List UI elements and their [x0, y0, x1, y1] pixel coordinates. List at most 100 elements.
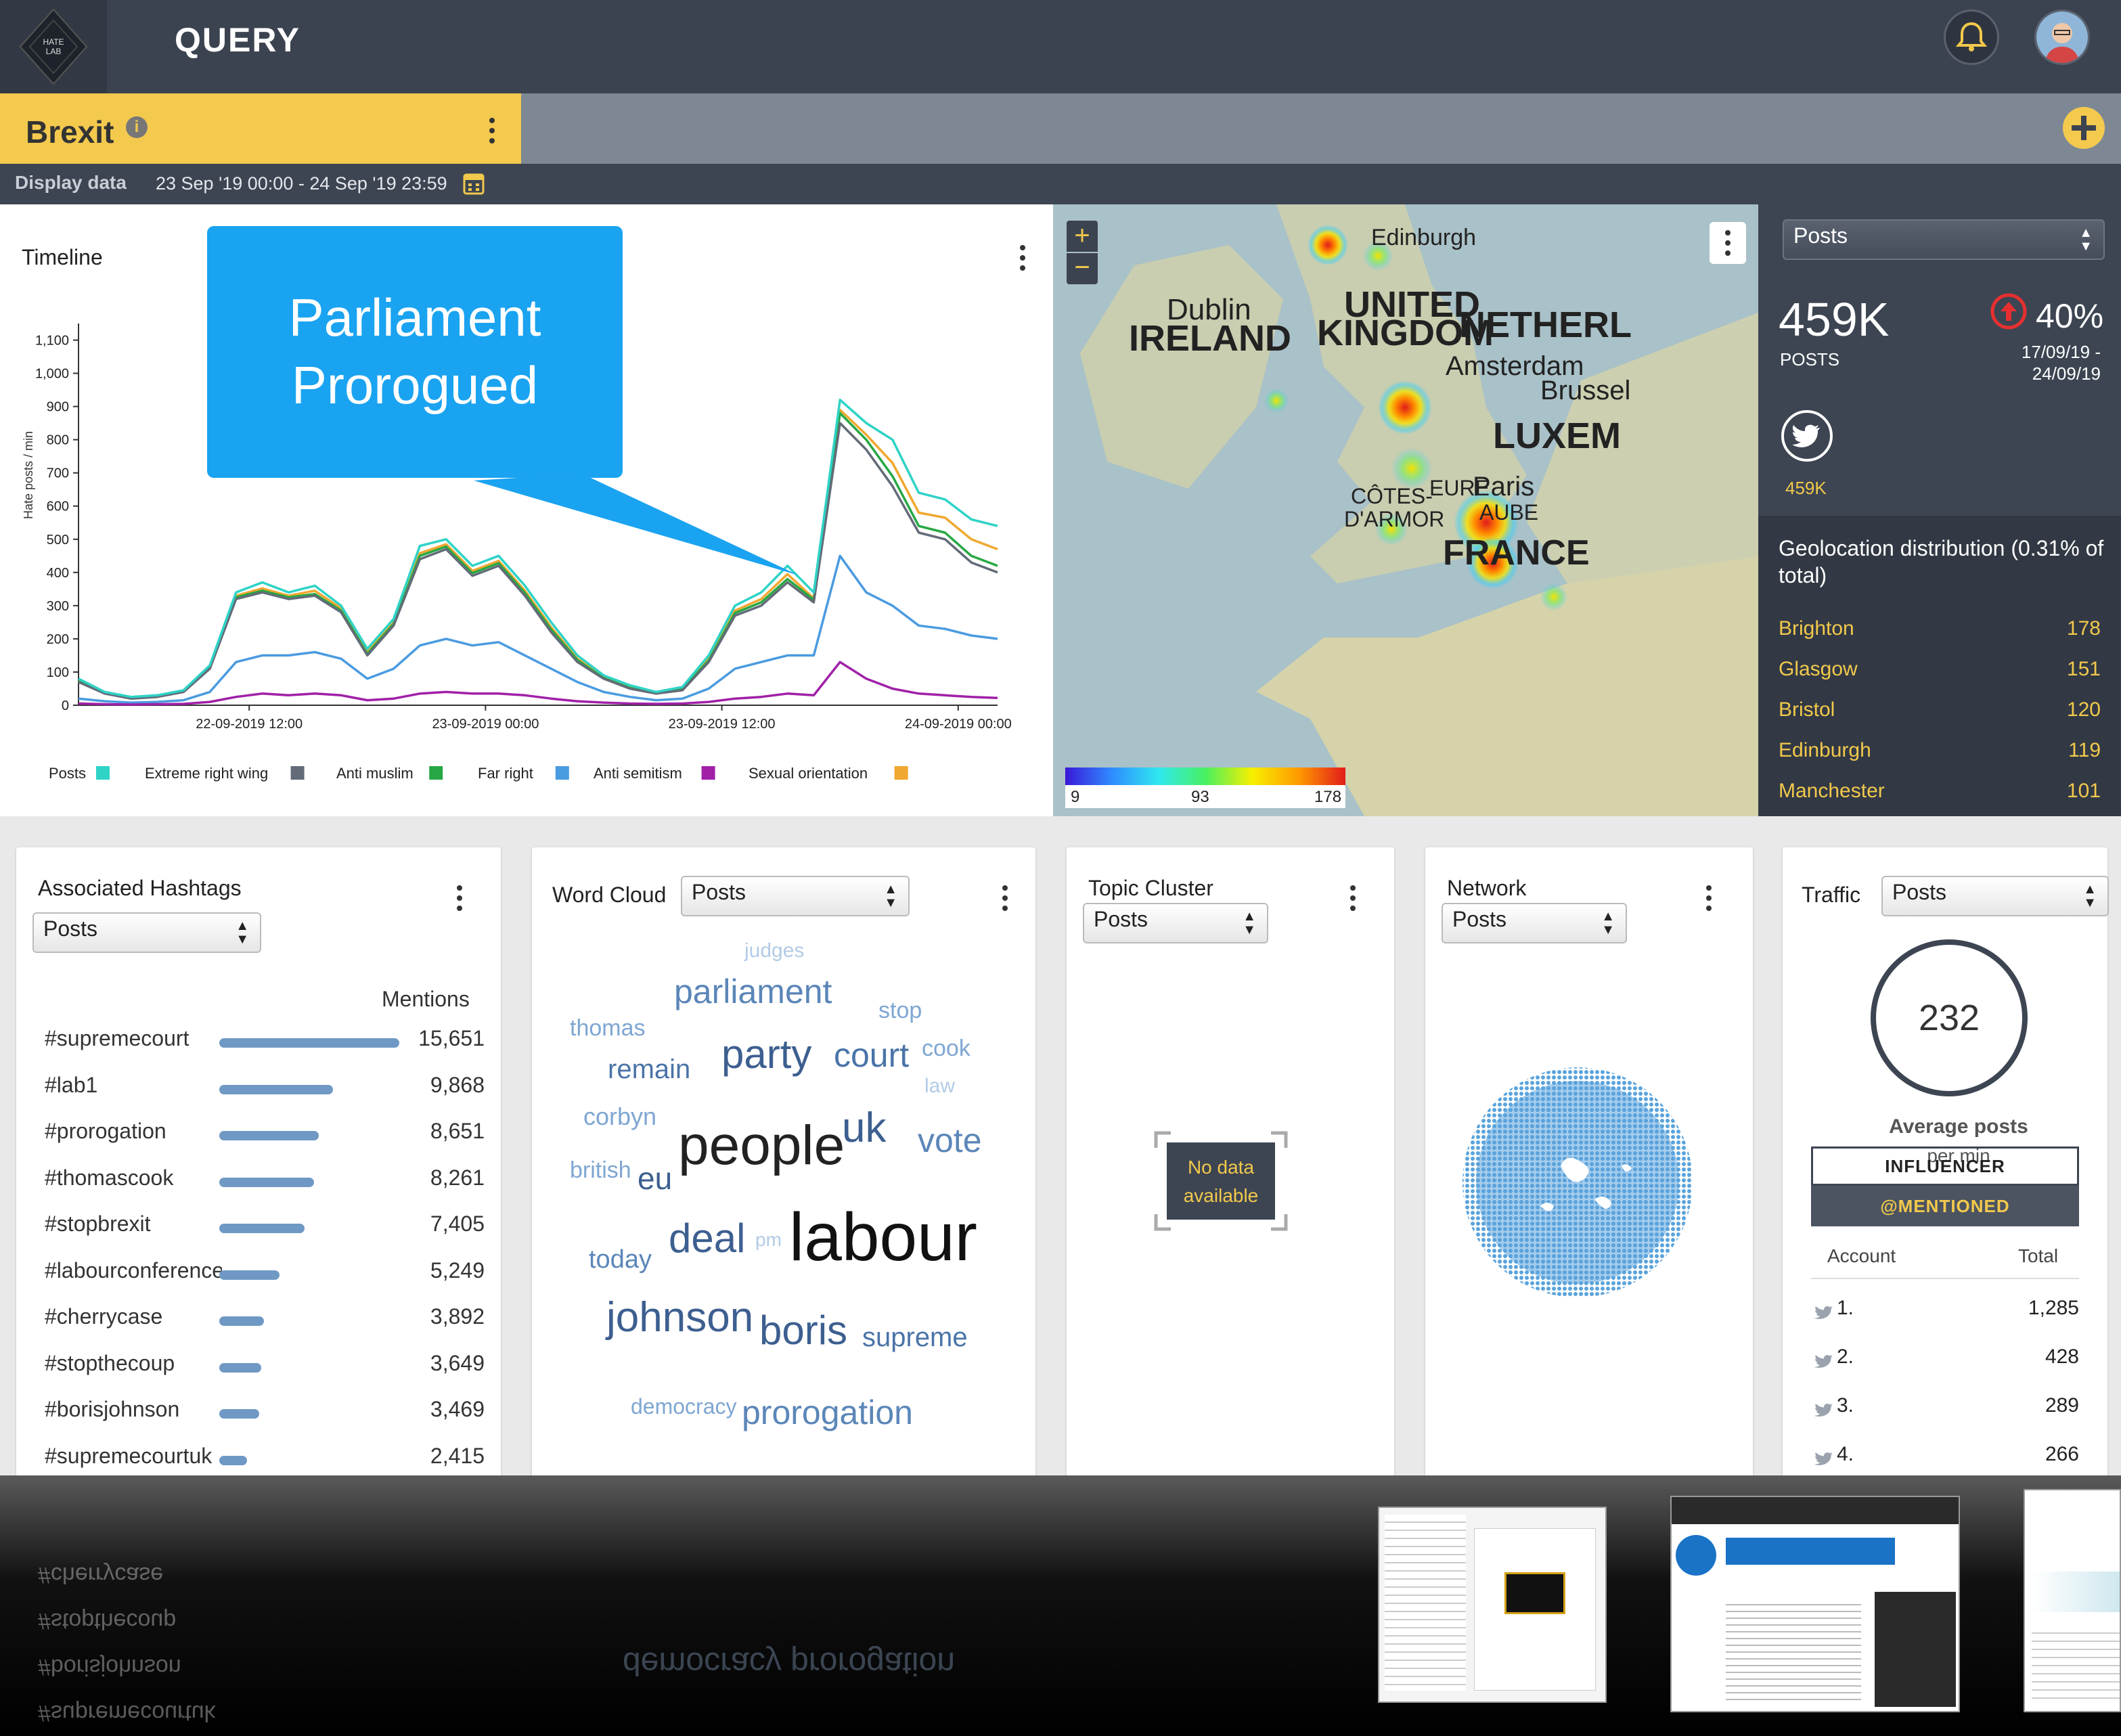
avatar[interactable]: [2034, 9, 2090, 65]
legend-label: Far right: [478, 765, 533, 782]
add-tab-button[interactable]: [2063, 107, 2105, 149]
hashtag-row[interactable]: #prorogation 8,651: [38, 1111, 485, 1157]
word-johnson[interactable]: johnson: [606, 1297, 753, 1339]
network-select[interactable]: Posts ▲ ▼: [1442, 903, 1627, 943]
hashtag-count: 15,651: [418, 1026, 485, 1050]
reflected-tag: #cherrycase: [38, 1562, 164, 1588]
word-judges[interactable]: judges: [744, 941, 804, 961]
topic-menu-icon[interactable]: [1349, 885, 1356, 912]
city-row[interactable]: Glasgow 151: [1779, 658, 2101, 698]
word-remain[interactable]: remain: [608, 1056, 690, 1083]
city-name: Edinburgh: [1779, 739, 1871, 761]
word-uk[interactable]: uk: [842, 1107, 886, 1149]
hashtag-row[interactable]: #stopbrexit 7,405: [38, 1203, 485, 1249]
hashtags-menu-icon[interactable]: [456, 885, 463, 912]
traffic-card: Traffic Posts ▲ ▼ 232 Average posts per mi…: [1783, 847, 2109, 1484]
city-row[interactable]: Brighton 178: [1779, 617, 2101, 658]
word-boris[interactable]: boris: [759, 1310, 847, 1351]
hashtag-count: 3,469: [430, 1397, 485, 1421]
word-people[interactable]: people: [678, 1118, 845, 1174]
account-row[interactable]: 2. 428: [1811, 1336, 2079, 1385]
word-vote[interactable]: vote: [918, 1123, 982, 1157]
network-menu-icon[interactable]: [1705, 885, 1712, 912]
heat-scale: 9 93 178: [1065, 767, 1345, 808]
word-stop[interactable]: stop: [878, 999, 922, 1022]
hashtag-row[interactable]: #thomascook 8,261: [38, 1157, 485, 1203]
account-row[interactable]: 1. 1,285: [1811, 1287, 2079, 1336]
city-row[interactable]: Bristol 120: [1779, 698, 2101, 739]
hashtag-label: #cherrycase: [45, 1304, 163, 1329]
geo-title: Geolocation distribution (0.31% of total…: [1779, 536, 2104, 587]
word-cook[interactable]: cook: [922, 1037, 970, 1060]
tab-influencer[interactable]: INFLUENCER: [1811, 1147, 2079, 1186]
hashtag-label: #prorogation: [45, 1119, 166, 1143]
twitter-bird-icon: [1814, 1306, 1833, 1319]
city-name: Brighton: [1779, 617, 1854, 640]
city-row[interactable]: Edinburgh 119: [1779, 739, 2101, 780]
stats-select[interactable]: Posts ▲ ▼: [1783, 219, 2105, 260]
traffic-select[interactable]: Posts ▲ ▼: [1881, 876, 2109, 916]
map-menu-button[interactable]: [1710, 222, 1746, 264]
legend-swatch: [894, 766, 908, 780]
select-arrow-icon: ▲ ▼: [2083, 882, 2097, 910]
hashtag-bar: [219, 1177, 314, 1187]
word-law[interactable]: law: [924, 1076, 955, 1096]
y-tick-label: 0: [62, 698, 69, 713]
plus-icon: [2072, 116, 2096, 140]
calendar-icon[interactable]: [463, 171, 485, 195]
word-eu[interactable]: eu: [638, 1163, 672, 1194]
tab-brexit[interactable]: Brexit i: [0, 93, 521, 164]
heatmap-panel[interactable]: Edinburgh Dublin UNITED KINGDOM IRELAND NETHE…: [1053, 204, 1758, 816]
word-democracy[interactable]: democracy: [631, 1396, 737, 1417]
hashtag-bar: [219, 1224, 305, 1233]
thumbnail-window-3[interactable]: [2024, 1489, 2121, 1712]
word-deal[interactable]: deal: [669, 1218, 745, 1259]
word-british[interactable]: british: [570, 1159, 631, 1182]
city-row[interactable]: Manchester 101: [1779, 780, 2101, 820]
thumbnail-window-2[interactable]: [1670, 1496, 1960, 1712]
tab-mentioned[interactable]: @MENTIONED: [1811, 1186, 2079, 1226]
topic-select[interactable]: Posts ▲ ▼: [1083, 903, 1268, 943]
logo[interactable]: HATE LAB: [0, 0, 107, 93]
hashtags-select[interactable]: Posts ▲ ▼: [32, 912, 261, 953]
word-party[interactable]: party: [721, 1034, 811, 1075]
tab-menu-icon[interactable]: [489, 118, 495, 145]
hashtag-row[interactable]: #stopthecoup 3,649: [38, 1343, 485, 1389]
hashtag-label: #lab1: [45, 1072, 98, 1097]
tab-label: Brexit: [26, 114, 114, 150]
word-parliament[interactable]: parliament: [674, 975, 832, 1008]
word-corbyn[interactable]: corbyn: [583, 1105, 656, 1129]
twitter-icon[interactable]: [1780, 409, 1834, 463]
y-tick-label: 700: [47, 466, 69, 481]
hashtag-row[interactable]: #supremecourt 15,651: [38, 1018, 485, 1064]
hashtag-row[interactable]: #cherrycase 3,892: [38, 1296, 485, 1342]
hashtag-row[interactable]: #lab1 9,868: [38, 1065, 485, 1111]
word-thomas[interactable]: thomas: [570, 1017, 646, 1040]
hashtag-row[interactable]: #labourconference 5,249: [38, 1250, 485, 1296]
reflected-tag: #borisjohnson: [38, 1654, 181, 1680]
zoom-in-button[interactable]: +: [1067, 221, 1098, 252]
network-select-value: Posts: [1452, 907, 1507, 931]
hashtags-select-value: Posts: [43, 916, 98, 941]
account-row[interactable]: 3. 289: [1811, 1385, 2079, 1433]
info-icon[interactable]: i: [126, 116, 148, 138]
notifications-button[interactable]: [1944, 9, 1999, 65]
total-header: Total: [2018, 1245, 2059, 1266]
timeline-menu-icon[interactable]: [1019, 245, 1026, 272]
thumbnail-window-1[interactable]: [1378, 1507, 1607, 1703]
word-labour[interactable]: labour: [789, 1203, 977, 1271]
word-prorogation[interactable]: prorogation: [742, 1396, 913, 1429]
hashtag-row[interactable]: #supremecourtuk 2,415: [38, 1435, 485, 1482]
zoom-out-button[interactable]: −: [1067, 253, 1098, 284]
word-today[interactable]: today: [589, 1247, 652, 1272]
account-total: 266: [2045, 1443, 2079, 1465]
network-graph[interactable]: [1459, 1064, 1696, 1301]
hashtag-row[interactable]: #borisjohnson 3,469: [38, 1389, 485, 1435]
total-posts: 459K: [1779, 293, 1890, 346]
word-court[interactable]: court: [834, 1038, 909, 1072]
scale-min: 9: [1071, 788, 1080, 806]
hashtag-count: 8,651: [430, 1119, 485, 1143]
word-pm[interactable]: pm: [755, 1230, 782, 1249]
word-supreme[interactable]: supreme: [862, 1324, 968, 1351]
y-tick-label: 400: [47, 566, 69, 581]
